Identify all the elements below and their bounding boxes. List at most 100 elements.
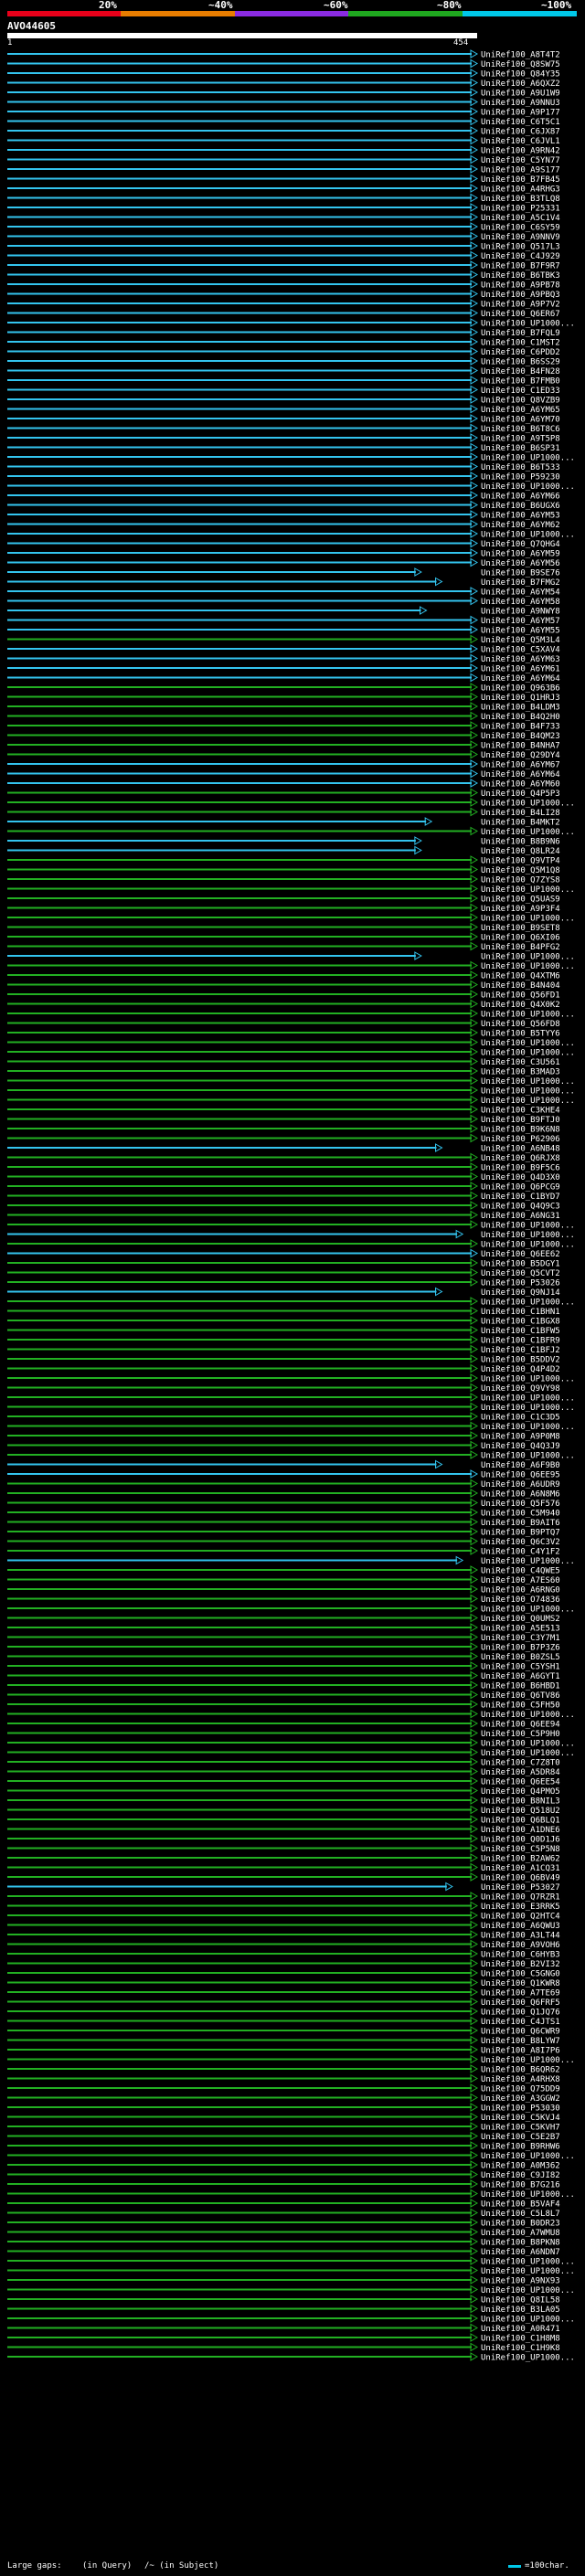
hit-label[interactable]: UniRef100_A6YM66 [481, 493, 560, 502]
hit-label[interactable]: UniRef100_B6HBD1 [481, 1682, 560, 1691]
hit-label[interactable]: UniRef100_Q8SW75 [481, 60, 560, 69]
hit-label[interactable]: UniRef100_UP1000... [481, 1375, 575, 1384]
hit-label[interactable]: UniRef100_C1BHN1 [481, 1308, 560, 1317]
hit-label[interactable]: UniRef100_A6QWU3 [481, 1922, 560, 1931]
hit-label[interactable]: UniRef100_A4RHG3 [481, 186, 560, 195]
hit-label[interactable]: UniRef100_B7G216 [481, 2181, 560, 2190]
hit-label[interactable]: UniRef100_A9P177 [481, 109, 560, 118]
hit-label[interactable]: UniRef100_UP1000... [481, 320, 575, 329]
hit-label[interactable]: UniRef100_A9P0M8 [481, 1433, 560, 1442]
hit-label[interactable]: UniRef100_C3KHE4 [481, 1107, 560, 1116]
hit-label[interactable]: UniRef100_Q4XTM6 [481, 972, 560, 981]
hit-label[interactable]: UniRef100_A6NB48 [481, 1145, 560, 1154]
hit-label[interactable]: UniRef100_C7Z8T0 [481, 1759, 560, 1768]
hit-label[interactable]: UniRef100_C5GNG0 [481, 1970, 560, 1979]
hit-label[interactable]: UniRef100_B8NIL3 [481, 1797, 560, 1807]
hit-label[interactable]: UniRef100_UP1000... [481, 1394, 575, 1404]
hit-label[interactable]: UniRef100_UP1000... [481, 1749, 575, 1758]
hit-label[interactable]: UniRef100_A6QXZ2 [481, 80, 560, 89]
hit-label[interactable]: UniRef100_A6YM64 [481, 674, 560, 684]
hit-label[interactable]: UniRef100_B0ZSL5 [481, 1653, 560, 1662]
hit-label[interactable]: UniRef100_B7P3Z6 [481, 1644, 560, 1653]
hit-label[interactable]: UniRef100_UP1000... [481, 1097, 575, 1106]
hit-label[interactable]: UniRef100_Q8LR24 [481, 847, 560, 856]
hit-label[interactable]: UniRef100_A9T5P8 [481, 435, 560, 444]
hit-label[interactable]: UniRef100_A6YM67 [481, 761, 560, 770]
hit-label[interactable]: UniRef100_A6YM55 [481, 627, 560, 636]
hit-label[interactable]: UniRef100_Q4PMO5 [481, 1787, 560, 1797]
hit-label[interactable]: UniRef100_UP1000... [481, 2258, 575, 2267]
hit-label[interactable]: UniRef100_B7FQL9 [481, 329, 560, 338]
hit-label[interactable]: UniRef100_A6YM54 [481, 588, 560, 598]
hit-label[interactable]: UniRef100_Q56FD8 [481, 1020, 560, 1029]
hit-label[interactable]: UniRef100_A7TE69 [481, 1989, 560, 1998]
hit-label[interactable]: UniRef100_Q29DY4 [481, 751, 560, 760]
hit-label[interactable]: UniRef100_B9K6N8 [481, 1126, 560, 1135]
hit-label[interactable]: UniRef100_UP1000... [481, 800, 575, 809]
hit-label[interactable]: UniRef100_A0M362 [481, 2162, 560, 2171]
hit-label[interactable]: UniRef100_UP1000... [481, 1452, 575, 1461]
hit-label[interactable]: UniRef100_C4J929 [481, 252, 560, 261]
hit-label[interactable]: UniRef100_A9NNV9 [481, 233, 560, 242]
hit-label[interactable]: UniRef100_A5E513 [481, 1625, 560, 1634]
hit-label[interactable]: UniRef100_A9NWY8 [481, 608, 560, 617]
hit-label[interactable]: UniRef100_UP1000... [481, 1241, 575, 1250]
hit-label[interactable]: UniRef100_B8B9N6 [481, 838, 560, 847]
hit-label[interactable]: UniRef100_A6YM58 [481, 598, 560, 607]
hit-label[interactable]: UniRef100_UP1000... [481, 915, 575, 924]
hit-label[interactable]: UniRef100_P62906 [481, 1135, 560, 1144]
hit-label[interactable]: UniRef100_Q0D1J6 [481, 1836, 560, 1845]
hit-label[interactable]: UniRef100_Q5M1Q8 [481, 866, 560, 875]
hit-label[interactable]: UniRef100_A6YM61 [481, 665, 560, 674]
hit-label[interactable]: UniRef100_B4LDM3 [481, 704, 560, 713]
hit-label[interactable]: UniRef100_Q8IL58 [481, 2296, 560, 2306]
hit-label[interactable]: UniRef100_A8I7P6 [481, 2047, 560, 2056]
hit-label[interactable]: UniRef100_B2AW62 [481, 1855, 560, 1864]
hit-label[interactable]: UniRef100_Q56FD1 [481, 991, 560, 1001]
hit-label[interactable]: UniRef100_C1BFR9 [481, 1337, 560, 1346]
hit-label[interactable]: UniRef100_UP1000... [481, 1740, 575, 1749]
hit-label[interactable]: UniRef100_C1ED33 [481, 387, 560, 396]
hit-label[interactable]: UniRef100_A6NG31 [481, 1212, 560, 1221]
hit-label[interactable]: UniRef100_B0DR23 [481, 2220, 560, 2229]
hit-label[interactable]: UniRef100_Q6EE95 [481, 1471, 560, 1480]
hit-label[interactable]: UniRef100_A6YM56 [481, 559, 560, 568]
hit-label[interactable]: UniRef100_A5DR84 [481, 1768, 560, 1777]
hit-label[interactable]: UniRef100_Q0UMS2 [481, 1615, 560, 1624]
hit-label[interactable]: UniRef100_A9VOH6 [481, 1941, 560, 1950]
hit-label[interactable]: UniRef100_A4RHX8 [481, 2075, 560, 2084]
hit-label[interactable]: UniRef100_B6UGX6 [481, 502, 560, 511]
hit-label[interactable]: UniRef100_P59230 [481, 473, 560, 482]
hit-label[interactable]: UniRef100_Q1HRJ3 [481, 694, 560, 703]
hit-label[interactable]: UniRef100_Q4D3X0 [481, 1173, 560, 1182]
hit-label[interactable]: UniRef100_Q6EE62 [481, 1250, 560, 1259]
hit-label[interactable]: UniRef100_A6YM53 [481, 512, 560, 521]
hit-label[interactable]: UniRef100_UP1000... [481, 1606, 575, 1615]
hit-label[interactable]: UniRef100_Q4Q9C3 [481, 1203, 560, 1212]
hit-label[interactable]: UniRef100_B6T8C6 [481, 425, 560, 434]
hit-label[interactable]: UniRef100_B6SS29 [481, 358, 560, 367]
hit-label[interactable]: UniRef100_Q5UAS9 [481, 896, 560, 905]
hit-label[interactable]: UniRef100_A6YM57 [481, 617, 560, 626]
hit-label[interactable]: UniRef100_B5VAF4 [481, 2200, 560, 2210]
hit-label[interactable]: UniRef100_C5E2B7 [481, 2133, 560, 2142]
hit-label[interactable]: UniRef100_A8T4T2 [481, 51, 560, 60]
hit-label[interactable]: UniRef100_Q963B6 [481, 684, 560, 694]
hit-label[interactable]: UniRef100_B4QM23 [481, 732, 560, 741]
hit-label[interactable]: UniRef100_C3U561 [481, 1058, 560, 1067]
hit-label[interactable]: UniRef100_A5C1V4 [481, 214, 560, 223]
hit-label[interactable]: UniRef100_C5KVH7 [481, 2124, 560, 2133]
hit-label[interactable]: UniRef100_Q6ER67 [481, 310, 560, 319]
hit-label[interactable]: UniRef100_Q6XI06 [481, 934, 560, 943]
hit-label[interactable]: UniRef100_B4NHA7 [481, 742, 560, 751]
hit-label[interactable]: UniRef100_A6NDN7 [481, 2248, 560, 2257]
hit-label[interactable]: UniRef100_UP1000... [481, 2286, 575, 2295]
hit-label[interactable]: UniRef100_E3RRK5 [481, 1903, 560, 1912]
hit-label[interactable]: UniRef100_Q7RZR1 [481, 1893, 560, 1903]
hit-label[interactable]: UniRef100_A6YM62 [481, 521, 560, 530]
hit-label[interactable]: UniRef100_Q6EE54 [481, 1778, 560, 1787]
hit-label[interactable]: UniRef100_Q7QHG4 [481, 540, 560, 549]
hit-label[interactable]: UniRef100_UP1000... [481, 1711, 575, 1720]
hit-label[interactable]: UniRef100_Q84Y35 [481, 70, 560, 80]
hit-label[interactable]: UniRef100_Q5CVT2 [481, 1269, 560, 1278]
